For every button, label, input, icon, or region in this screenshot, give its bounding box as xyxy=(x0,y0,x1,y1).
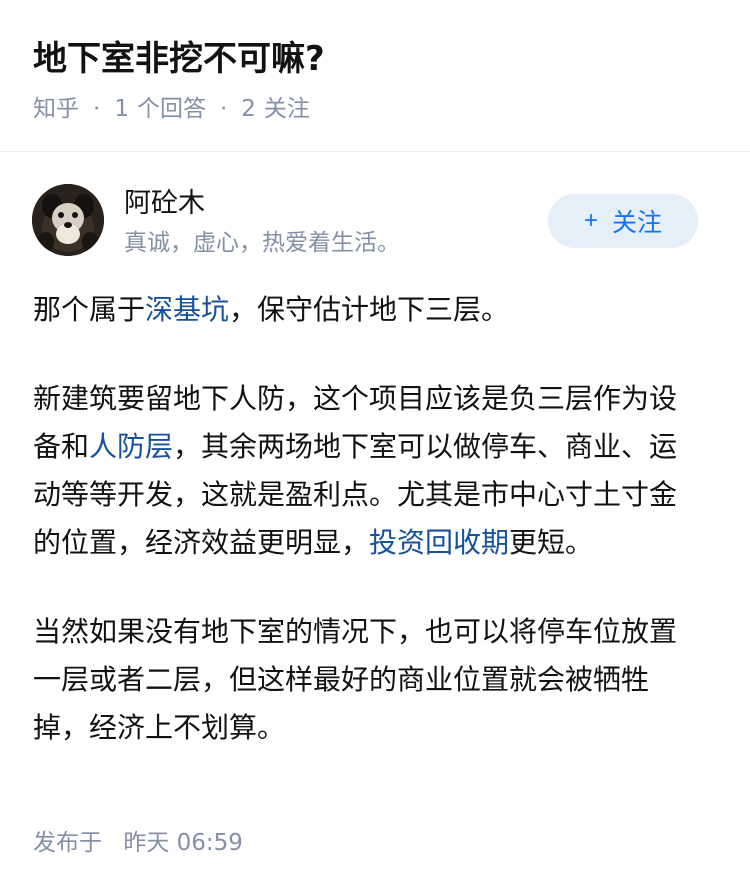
meta-separator: · xyxy=(219,96,228,122)
answer-text: 那个属于 xyxy=(33,293,146,326)
keyword-link-renfangceng[interactable]: 人防层 xyxy=(89,430,173,463)
avatar-dog-image xyxy=(32,184,104,256)
keyword-link-shenjikeng[interactable]: 深基坑 xyxy=(145,293,229,326)
author-name[interactable]: 阿砼木 xyxy=(124,186,205,222)
answer-paragraph: 新建筑要留地下人防，这个项目应该是负三层作为设备和人防层，其余两场地下室可以做停… xyxy=(33,375,703,567)
answer-content: 那个属于深基坑，保守估计地下三层。 新建筑要留地下人防，这个项目应该是负三层作为… xyxy=(33,286,703,752)
author-bio: 真诚，虚心，热爱着生活。 xyxy=(124,230,400,256)
publish-label: 发布于 xyxy=(33,830,102,856)
plus-icon: + xyxy=(583,207,598,234)
author-avatar[interactable] xyxy=(32,184,104,256)
answer-text: 更短。 xyxy=(509,526,594,559)
answer-page: 地下室非挖不可嘛? 知乎 · 1 个回答 · 2 关注 阿砼木 真诚，虚心，热爱… xyxy=(0,0,750,894)
author-row: 阿砼木 真诚，虚心，热爱着生活。 + 关注 xyxy=(0,152,750,272)
question-header: 地下室非挖不可嘛? 知乎 · 1 个回答 · 2 关注 xyxy=(0,0,750,152)
follower-count-label: 关注 xyxy=(263,96,310,122)
follow-button-label: 关注 xyxy=(612,209,663,237)
publish-info: 发布于 昨天 06:59 xyxy=(33,826,243,860)
publish-time: 昨天 06:59 xyxy=(123,830,243,856)
keyword-link-touzi-huishouqi[interactable]: 投资回收期 xyxy=(369,526,509,559)
follower-count: 2 xyxy=(241,96,256,122)
answer-paragraph: 那个属于深基坑，保守估计地下三层。 xyxy=(33,286,703,334)
answer-paragraph: 当然如果没有地下室的情况下，也可以将停车位放置一层或者二层，但这样最好的商业位置… xyxy=(33,608,703,752)
answer-count-label: 个回答 xyxy=(136,96,206,122)
answer-text: 当然如果没有地下室的情况下，也可以将停车位放置一层或者二层，但这样最好的商业位置… xyxy=(33,615,678,744)
answer-count: 1 xyxy=(114,96,129,122)
meta-separator: · xyxy=(93,96,101,122)
follow-button[interactable]: + 关注 xyxy=(548,194,698,248)
answer-text: ，保守估计地下三层。 xyxy=(229,293,510,326)
source-label[interactable]: 知乎 xyxy=(33,93,79,125)
question-meta: 知乎 · 1 个回答 · 2 关注 xyxy=(33,93,310,125)
question-title[interactable]: 地下室非挖不可嘛? xyxy=(33,36,325,82)
